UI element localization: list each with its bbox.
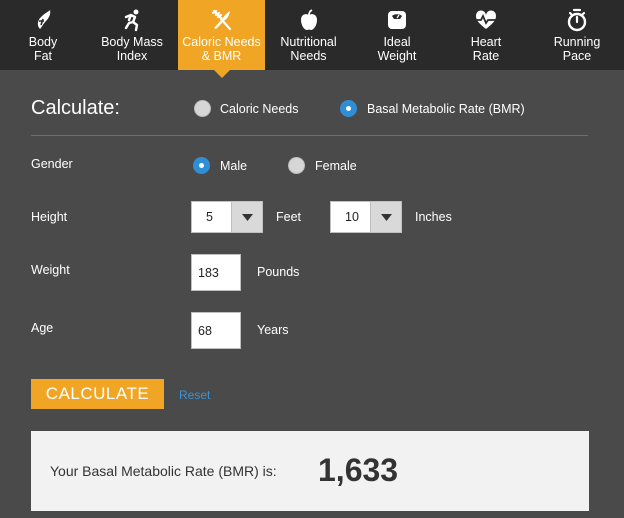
- chevron-down-icon: [381, 214, 392, 221]
- body-fat-icon: [31, 8, 55, 32]
- female-label[interactable]: Female: [315, 159, 357, 173]
- reset-link[interactable]: Reset: [179, 388, 210, 402]
- male-label[interactable]: Male: [220, 159, 247, 173]
- tab-label: Body Mass Index: [101, 35, 163, 63]
- running-figure-icon: [120, 8, 144, 32]
- tab-nutritional-needs[interactable]: Nutritional Needs: [265, 0, 352, 70]
- female-radio[interactable]: [288, 157, 305, 174]
- inches-dropdown-button[interactable]: [370, 202, 401, 232]
- tab-label: Body Fat: [28, 35, 58, 63]
- calculate-heading: Calculate:: [31, 97, 120, 119]
- tab-label: Caloric Needs & BMR: [182, 35, 261, 63]
- tab-heart-rate[interactable]: Heart Rate: [442, 0, 530, 70]
- result-panel: Your Basal Metabolic Rate (BMR) is: 1,63…: [31, 431, 589, 511]
- years-unit-label: Years: [257, 323, 289, 337]
- caloric-needs-label[interactable]: Caloric Needs: [220, 102, 299, 116]
- pounds-unit-label: Pounds: [257, 265, 300, 279]
- feet-unit-label: Feet: [276, 210, 302, 224]
- bmr-result-value: 1,633: [318, 452, 399, 488]
- calculate-button[interactable]: CALCULATE: [31, 379, 164, 409]
- height-label: Height: [31, 210, 68, 224]
- heart-rate-icon: [474, 8, 498, 32]
- divider: [31, 135, 588, 136]
- tab-running-pace[interactable]: Running Pace: [530, 0, 624, 70]
- tab-caloric-needs-bmr[interactable]: Caloric Needs & BMR: [178, 0, 265, 78]
- age-label: Age: [31, 321, 54, 335]
- tab-body-mass-index[interactable]: Body Mass Index: [86, 0, 178, 70]
- scale-icon: [385, 8, 409, 32]
- calculator-tab-bar: Body Fat Body Mass Index Caloric Needs &…: [0, 0, 624, 78]
- weight-input[interactable]: [191, 254, 241, 291]
- inches-select[interactable]: 10: [330, 201, 402, 233]
- apple-icon: [297, 8, 321, 32]
- result-label: Your Basal Metabolic Rate (BMR) is:: [50, 463, 277, 479]
- age-input[interactable]: [191, 312, 241, 349]
- weight-label: Weight: [31, 263, 70, 277]
- gender-label: Gender: [31, 157, 73, 171]
- feet-value: 5: [206, 210, 213, 224]
- inches-unit-label: Inches: [415, 210, 452, 224]
- stopwatch-icon: [565, 8, 589, 32]
- tab-label: Nutritional Needs: [280, 35, 337, 63]
- tab-label: Running Pace: [553, 35, 601, 63]
- tab-ideal-weight[interactable]: Ideal Weight: [352, 0, 442, 70]
- tab-body-fat[interactable]: Body Fat: [0, 0, 86, 70]
- fork-knife-icon: [210, 8, 234, 32]
- tab-label: Heart Rate: [470, 35, 502, 63]
- tab-label: Ideal Weight: [377, 35, 417, 63]
- feet-select[interactable]: 5: [191, 201, 263, 233]
- inches-value: 10: [345, 210, 359, 224]
- feet-dropdown-button[interactable]: [231, 202, 262, 232]
- bmr-radio[interactable]: [340, 100, 357, 117]
- chevron-down-icon: [242, 214, 253, 221]
- bmr-label[interactable]: Basal Metabolic Rate (BMR): [367, 102, 525, 116]
- male-radio[interactable]: [193, 157, 210, 174]
- caloric-needs-radio[interactable]: [194, 100, 211, 117]
